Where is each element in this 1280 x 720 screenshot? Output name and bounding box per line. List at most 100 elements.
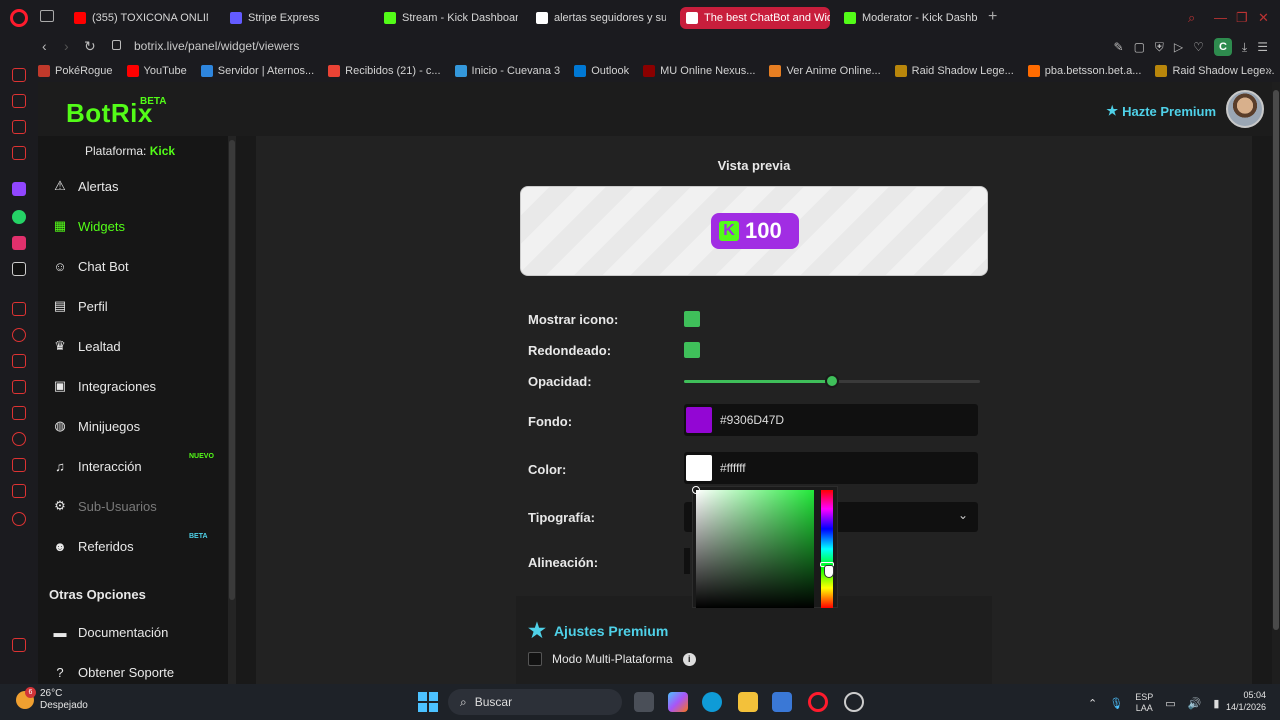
fondo-color-swatch[interactable] xyxy=(686,407,712,433)
sidebar-item-integraciones[interactable]: ▣ Integraciones xyxy=(52,373,228,399)
sidebar-item-lealtad[interactable]: ♛ Lealtad xyxy=(52,333,228,359)
bookmark-item[interactable]: Inicio - Cuevana 3 xyxy=(454,65,560,77)
browser-tab[interactable]: Stream - Kick Dashboard xyxy=(378,7,518,29)
maximize-button[interactable]: ❐ xyxy=(1236,10,1248,26)
forward-button[interactable]: › xyxy=(64,38,69,54)
download-icon[interactable]: ⤓ xyxy=(1242,40,1247,55)
info-icon[interactable]: i xyxy=(682,652,696,666)
rail-whatsapp-icon[interactable] xyxy=(12,210,26,224)
opera-gx-taskbar-icon[interactable] xyxy=(808,692,828,712)
sidebar-item-minijuegos[interactable]: ◍ Minijuegos xyxy=(52,413,228,439)
redondeado-checkbox[interactable] xyxy=(684,342,700,358)
weather-widget[interactable]: 6 26°C Despejado xyxy=(16,687,88,712)
copilot-icon[interactable] xyxy=(668,692,688,712)
rail-mail-icon[interactable] xyxy=(12,146,26,160)
rail-download-icon[interactable] xyxy=(12,458,26,472)
fondo-color-value[interactable]: #9306D47D xyxy=(720,413,784,427)
bookmark-item[interactable]: PokéRogue xyxy=(38,65,113,77)
rail-box-icon[interactable] xyxy=(12,354,26,368)
network-icon[interactable]: ▭ xyxy=(1165,697,1175,710)
battery-icon[interactable]: ▮ xyxy=(1213,697,1219,710)
rail-bag-icon[interactable] xyxy=(12,94,26,108)
browser-tab[interactable]: Moderator - Kick Dashboa xyxy=(838,7,978,29)
bookmark-item[interactable]: MU Online Nexus... xyxy=(643,65,755,77)
bookmark-item[interactable]: Raid Shadow Lege... xyxy=(894,65,1014,77)
multi-platform-checkbox[interactable] xyxy=(528,652,542,666)
alineacion-select[interactable] xyxy=(684,548,690,574)
sidebar-item-sub-usuarios[interactable]: ⚙ Sub-Usuarios xyxy=(52,493,228,519)
edge-icon[interactable] xyxy=(702,692,722,712)
text-color-value[interactable]: #ffffff xyxy=(720,461,746,475)
browser-tab[interactable]: alertas seguidores y subs xyxy=(530,7,666,29)
opera-logo-icon[interactable] xyxy=(10,9,28,27)
fondo-color-field[interactable]: #9306D47D xyxy=(684,404,978,436)
search-tabs-icon[interactable]: ⌕ xyxy=(1188,10,1195,26)
snapshot-icon[interactable]: ▢ xyxy=(1134,40,1145,54)
user-avatar[interactable] xyxy=(1226,90,1264,128)
sidebar-item-chat-bot[interactable]: ☺ Chat Bot xyxy=(52,253,228,279)
sidebar-item-obtener-soporte[interactable]: ? Obtener Soporte xyxy=(52,659,228,684)
rail-settings-icon[interactable] xyxy=(12,512,26,526)
rail-grid-icon[interactable] xyxy=(12,302,26,316)
new-tab-button[interactable]: + xyxy=(988,8,997,26)
chevron-up-icon[interactable]: ⌃ xyxy=(1088,697,1097,710)
sidebar-item-widgets[interactable]: ▦ Widgets xyxy=(52,213,228,239)
page-scrollbar-thumb[interactable] xyxy=(1273,90,1279,630)
rail-twitch-icon[interactable] xyxy=(12,182,26,196)
taskbar-search[interactable]: ⌕ Buscar xyxy=(448,689,622,715)
volume-icon[interactable]: 🔊 xyxy=(1188,697,1202,710)
reload-button[interactable]: ↻ xyxy=(84,38,96,55)
rail-menu-icon[interactable] xyxy=(12,406,26,420)
shield-icon[interactable]: ⛨ xyxy=(1155,40,1164,55)
rail-heart-icon[interactable] xyxy=(12,328,26,342)
sidebar-item-documentaci-n[interactable]: ▬ Documentación xyxy=(52,619,228,645)
language-indicator[interactable]: ESP LAA xyxy=(1135,692,1153,714)
bookmark-item[interactable]: Recibidos (21) - c... xyxy=(328,65,441,77)
bookmark-item[interactable]: Outlook xyxy=(574,65,629,77)
clock[interactable]: 05:04 14/1/2026 xyxy=(1226,689,1266,713)
back-button[interactable]: ‹ xyxy=(42,38,47,54)
bookmark-item[interactable]: YouTube xyxy=(126,65,187,77)
browser-tab[interactable]: Stripe Express xyxy=(224,7,334,29)
close-window-button[interactable]: ✕ xyxy=(1258,10,1269,26)
bookmark-item[interactable]: Servidor | Aternos... xyxy=(200,65,314,77)
bookmark-item[interactable]: pba.betsson.bet.a... xyxy=(1027,65,1141,77)
bookmarks-more-icon[interactable]: » xyxy=(1265,63,1272,77)
hazte-premium-button[interactable]: ★ Hazte Premium xyxy=(1106,103,1216,119)
bookmark-item[interactable]: Ver Anime Online... xyxy=(769,65,881,77)
saturation-area[interactable] xyxy=(692,486,814,608)
mostrar-icono-checkbox[interactable] xyxy=(684,311,700,327)
rail-instagram-icon[interactable] xyxy=(12,236,26,250)
windows-start-button[interactable] xyxy=(418,692,438,712)
heart-icon[interactable]: ♡ xyxy=(1193,40,1204,54)
rail-cube-icon[interactable] xyxy=(12,484,26,498)
sidebar-scrollbar-thumb[interactable] xyxy=(229,140,235,600)
pin-icon[interactable]: ✎ xyxy=(1114,40,1124,54)
minimize-button[interactable]: — xyxy=(1214,10,1227,25)
rail-ai-icon[interactable] xyxy=(12,120,26,134)
rail-puzzle-icon[interactable] xyxy=(12,380,26,394)
text-color-swatch[interactable] xyxy=(686,455,712,481)
opacidad-slider[interactable] xyxy=(684,374,980,388)
rail-tiktok-icon[interactable] xyxy=(12,262,26,276)
opacidad-slider-thumb[interactable] xyxy=(825,374,839,388)
bookmark-item[interactable]: Raid Shadow Lege... xyxy=(1155,65,1275,77)
rail-gx-icon[interactable] xyxy=(12,638,26,652)
browser-tab[interactable]: The best ChatBot and Wid xyxy=(680,7,830,29)
url-field[interactable]: botrix.live/panel/widget/viewers xyxy=(114,39,299,53)
sidebar-item-alertas[interactable]: ⚠ Alertas xyxy=(52,173,228,199)
task-view-icon[interactable] xyxy=(634,692,654,712)
menu-icon[interactable]: ☰ xyxy=(1257,40,1268,54)
rail-home-icon[interactable] xyxy=(12,68,26,82)
file-explorer-icon[interactable] xyxy=(738,692,758,712)
text-color-field[interactable]: #ffffff xyxy=(684,452,978,484)
browser-tab[interactable]: (355) TOXICONA ONLINE xyxy=(68,7,208,29)
rail-clock-icon[interactable] xyxy=(12,432,26,446)
profile-avatar[interactable]: C xyxy=(1213,38,1232,56)
play-icon[interactable]: ▷ xyxy=(1174,40,1183,54)
saturation-cursor[interactable] xyxy=(692,486,700,494)
sidebar-item-perfil[interactable]: ▤ Perfil xyxy=(52,293,228,319)
store-icon[interactable] xyxy=(772,692,792,712)
settings-taskbar-icon[interactable] xyxy=(844,692,864,712)
microphone-icon[interactable]: 🎙 xyxy=(1109,697,1123,710)
